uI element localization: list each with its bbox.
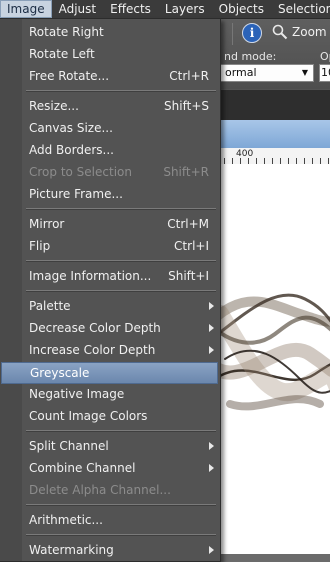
- menu-item-label: Decrease Color Depth: [29, 321, 161, 335]
- menu-item-label: Flip: [29, 239, 51, 253]
- menu-item-label: Delete Alpha Channel...: [29, 483, 171, 497]
- menu-item-label: Split Channel: [29, 439, 109, 453]
- menu-separator: [26, 90, 216, 92]
- menu-item-shortcut: Shift+R: [163, 165, 209, 179]
- menu-separator: [26, 504, 216, 506]
- opacity-field[interactable]: 10: [319, 64, 330, 82]
- menu-separator: [26, 290, 216, 292]
- menu-item-label: Resize...: [29, 99, 79, 113]
- menu-adjust[interactable]: Adjust: [52, 0, 104, 18]
- menu-separator: [26, 534, 216, 536]
- menu-image[interactable]: Image: [0, 0, 52, 18]
- ruler-label: 400: [236, 149, 254, 159]
- menu-effects[interactable]: Effects: [103, 0, 158, 18]
- menu-item-label: Palette: [29, 299, 71, 313]
- zoom-icon[interactable]: [272, 24, 288, 40]
- menu-item-increase-color-depth[interactable]: Increase Color Depth: [0, 339, 219, 361]
- menu-item-negative-image[interactable]: Negative Image: [0, 383, 219, 405]
- menu-item-shortcut: Shift+S: [164, 99, 209, 113]
- menu-item-decrease-color-depth[interactable]: Decrease Color Depth: [0, 317, 219, 339]
- blend-mode-value: ormal: [225, 66, 257, 79]
- menu-item-crop-to-selection: Crop to Selection Shift+R: [0, 161, 219, 183]
- menu-item-image-information[interactable]: Image Information... Shift+I: [0, 265, 219, 287]
- menu-item-label: Negative Image: [29, 387, 125, 401]
- menu-selections[interactable]: Selections: [271, 0, 330, 18]
- menu-item-label: Free Rotate...: [29, 69, 110, 83]
- chevron-down-icon[interactable]: ▼: [299, 65, 311, 81]
- menu-item-resize[interactable]: Resize... Shift+S: [0, 95, 219, 117]
- submenu-arrow-icon: [209, 302, 214, 310]
- toolbar-divider: [232, 23, 233, 45]
- menu-item-label: Add Borders...: [29, 143, 114, 157]
- menu-item-shortcut: Ctrl+I: [174, 239, 209, 253]
- menu-item-shortcut: Ctrl+M: [167, 217, 209, 231]
- menu-separator: [26, 260, 216, 262]
- menu-item-label: Image Information...: [29, 269, 152, 283]
- menu-item-rotate-left[interactable]: Rotate Left: [0, 43, 219, 65]
- menu-item-count-image-colors[interactable]: Count Image Colors: [0, 405, 219, 427]
- menu-item-canvas-size[interactable]: Canvas Size...: [0, 117, 219, 139]
- menu-item-combine-channel[interactable]: Combine Channel: [0, 457, 219, 479]
- menu-item-label: Greyscale: [30, 366, 90, 380]
- menu-item-label: Increase Color Depth: [29, 343, 156, 357]
- image-menu-dropdown: Rotate Right Rotate Left Free Rotate... …: [0, 18, 221, 562]
- submenu-arrow-icon: [209, 442, 214, 450]
- menu-separator: [26, 430, 216, 432]
- submenu-arrow-icon: [209, 546, 214, 554]
- menu-separator: [26, 208, 216, 210]
- blend-mode-select[interactable]: ormal ▼: [220, 64, 314, 82]
- menu-item-arithmetic[interactable]: Arithmetic...: [0, 509, 219, 531]
- submenu-arrow-icon: [209, 324, 214, 332]
- menu-item-greyscale[interactable]: Greyscale: [1, 362, 218, 384]
- menu-item-shortcut: Ctrl+R: [169, 69, 209, 83]
- menu-item-add-borders[interactable]: Add Borders...: [0, 139, 219, 161]
- blend-mode-label: nd mode:: [224, 50, 277, 63]
- menu-item-label: Picture Frame...: [29, 187, 123, 201]
- menu-item-label: Rotate Right: [29, 25, 104, 39]
- opacity-label: Op: [320, 50, 330, 63]
- menu-item-delete-alpha-channel: Delete Alpha Channel...: [0, 479, 219, 501]
- menu-item-label: Arithmetic...: [29, 513, 103, 527]
- menu-item-rotate-right[interactable]: Rotate Right: [0, 21, 219, 43]
- menu-item-watermarking[interactable]: Watermarking: [0, 539, 219, 561]
- submenu-arrow-icon: [209, 464, 214, 472]
- submenu-arrow-icon: [209, 346, 214, 354]
- menu-item-flip[interactable]: Flip Ctrl+I: [0, 235, 219, 257]
- info-icon[interactable]: i: [242, 23, 262, 43]
- menu-bar: Image Adjust Effects Layers Objects Sele…: [0, 0, 330, 19]
- menu-item-label: Count Image Colors: [29, 409, 148, 423]
- menu-objects[interactable]: Objects: [212, 0, 271, 18]
- menu-item-label: Rotate Left: [29, 47, 95, 61]
- menu-item-shortcut: Shift+I: [168, 269, 209, 283]
- menu-item-label: Mirror: [29, 217, 65, 231]
- menu-item-picture-frame[interactable]: Picture Frame...: [0, 183, 219, 205]
- menu-item-label: Combine Channel: [29, 461, 136, 475]
- menu-item-palette[interactable]: Palette: [0, 295, 219, 317]
- menu-item-split-channel[interactable]: Split Channel: [0, 435, 219, 457]
- menu-item-label: Crop to Selection: [29, 165, 132, 179]
- menu-item-label: Canvas Size...: [29, 121, 113, 135]
- menu-item-label: Watermarking: [29, 543, 114, 557]
- menu-layers[interactable]: Layers: [158, 0, 212, 18]
- menu-item-mirror[interactable]: Mirror Ctrl+M: [0, 213, 219, 235]
- zoom-label[interactable]: Zoom: [292, 25, 327, 39]
- menu-item-free-rotate[interactable]: Free Rotate... Ctrl+R: [0, 65, 219, 87]
